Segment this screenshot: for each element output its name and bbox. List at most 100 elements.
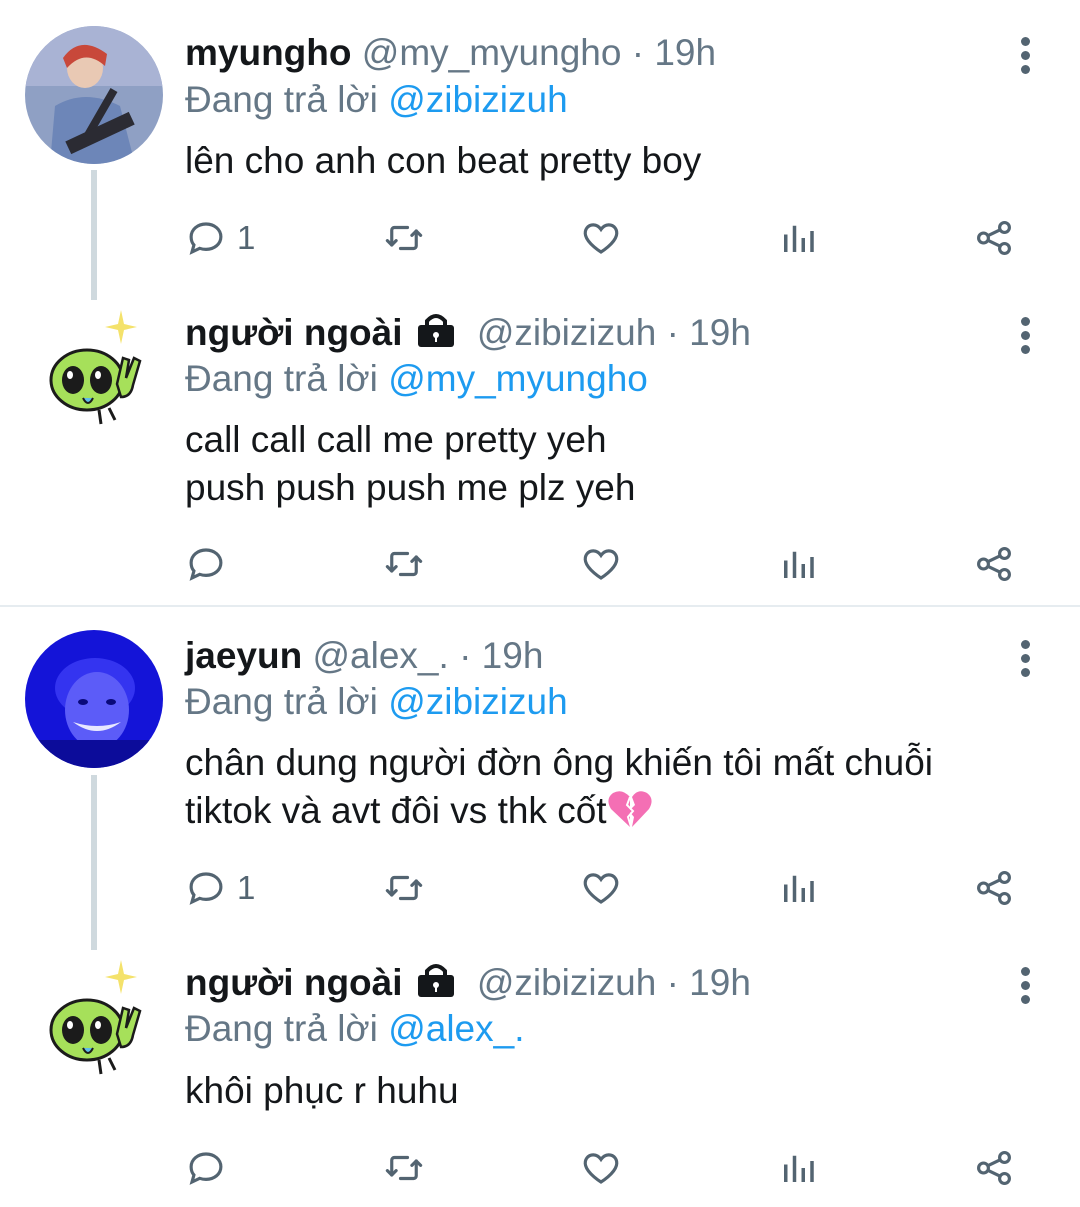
username[interactable]: @zibizizuh — [477, 312, 656, 353]
replying-to: Đang trả lời @alex_. — [185, 1008, 524, 1050]
tweet-1[interactable]: myungho @my_myungho · 19h Đang trả lời @… — [0, 0, 1080, 300]
tweet-text: lên cho anh con beat pretty boy — [185, 137, 1045, 185]
avatar[interactable] — [25, 952, 163, 1090]
retweet-button[interactable] — [383, 539, 425, 589]
share-icon — [977, 871, 1011, 905]
replying-label: Đang trả lời — [185, 358, 378, 399]
reply-count: 1 — [237, 219, 256, 256]
tweet-text-fragment: tiktok và avt đôi vs thk cốt — [185, 790, 607, 831]
username[interactable]: @zibizizuh — [477, 962, 656, 1003]
tweet-text: khôi phục r huhu — [185, 1067, 1045, 1115]
share-icon — [977, 221, 1011, 255]
tweet-text-line: chân dung người đờn ông khiến tôi mất ch… — [185, 742, 934, 783]
tweet-header: jaeyun @alex_. · 19h — [185, 635, 543, 677]
reply-button[interactable] — [185, 1143, 237, 1193]
more-options-icon[interactable] — [1010, 34, 1040, 74]
replying-to: Đang trả lời @zibizizuh — [185, 681, 568, 723]
share-button[interactable] — [973, 863, 1015, 913]
retweet-icon — [385, 875, 423, 901]
broken-heart-icon — [607, 789, 653, 841]
timestamp[interactable]: · 19h — [632, 32, 716, 73]
avatar[interactable] — [25, 302, 163, 440]
action-bar — [185, 539, 1045, 589]
more-options-icon[interactable] — [1010, 964, 1040, 1004]
sparkle-icon — [105, 960, 137, 994]
analytics-button[interactable] — [777, 213, 819, 263]
like-button[interactable] — [580, 213, 622, 263]
thread-line — [91, 170, 97, 300]
retweet-button[interactable] — [383, 213, 425, 263]
analytics-icon — [784, 225, 814, 252]
avatar[interactable] — [25, 630, 163, 768]
lock-icon — [415, 963, 457, 1006]
replying-label: Đang trả lời — [185, 79, 378, 120]
reply-button[interactable]: 1 — [185, 863, 255, 913]
retweet-button[interactable] — [383, 1143, 425, 1193]
timestamp[interactable]: · 19h — [667, 312, 751, 353]
reply-icon — [189, 548, 223, 581]
tweet-header: người ngoài @zibizizuh · 19h — [185, 962, 751, 1006]
lock-icon — [415, 313, 457, 356]
action-bar: 1 — [185, 863, 1045, 913]
thread-line — [91, 775, 97, 950]
tweet-3[interactable]: jaeyun @alex_. · 19h Đang trả lời @zibiz… — [0, 607, 1080, 950]
username[interactable]: @my_myungho — [362, 32, 622, 73]
share-icon — [977, 547, 1011, 581]
reply-mention-link[interactable]: @zibizizuh — [388, 681, 567, 722]
retweet-icon — [385, 225, 423, 251]
share-button[interactable] — [973, 213, 1015, 263]
tweet-header: myungho @my_myungho · 19h — [185, 32, 716, 74]
tweet-4[interactable]: người ngoài @zibizizuh · 19h Đang trả lờ… — [0, 950, 1080, 1207]
tweet-text-line: push push push me plz yeh — [185, 467, 636, 508]
share-button[interactable] — [973, 1143, 1015, 1193]
analytics-icon — [784, 1155, 814, 1182]
share-button[interactable] — [973, 539, 1015, 589]
username[interactable]: @alex_. — [313, 635, 449, 676]
timestamp[interactable]: · 19h — [667, 962, 751, 1003]
heart-icon — [583, 223, 619, 254]
retweet-button[interactable] — [383, 863, 425, 913]
like-button[interactable] — [580, 863, 622, 913]
replying-to: Đang trả lời @my_myungho — [185, 358, 648, 400]
tweet-header: người ngoài @zibizizuh · 19h — [185, 312, 751, 356]
action-bar — [185, 1143, 1045, 1193]
replying-label: Đang trả lời — [185, 1008, 378, 1049]
reply-icon — [189, 872, 223, 905]
display-name[interactable]: myungho — [185, 32, 351, 73]
reply-icon — [189, 1152, 223, 1185]
replying-to: Đang trả lời @zibizizuh — [185, 79, 568, 121]
replying-label: Đang trả lời — [185, 681, 378, 722]
display-name[interactable]: người ngoài — [185, 312, 403, 353]
reply-mention-link[interactable]: @alex_. — [388, 1008, 524, 1049]
more-options-icon[interactable] — [1010, 637, 1040, 677]
tweet-text-line: call call call me pretty yeh — [185, 419, 607, 460]
heart-icon — [583, 1153, 619, 1184]
reply-button[interactable] — [185, 539, 237, 589]
analytics-icon — [784, 551, 814, 578]
analytics-button[interactable] — [777, 1143, 819, 1193]
display-name[interactable]: jaeyun — [185, 635, 302, 676]
more-options-icon[interactable] — [1010, 314, 1040, 354]
timestamp[interactable]: · 19h — [459, 635, 543, 676]
heart-icon — [583, 549, 619, 580]
reply-icon — [189, 222, 223, 255]
tweet-text-line: tiktok và avt đôi vs thk cốt — [185, 787, 1045, 841]
tweet-text-line: khôi phục r huhu — [185, 1070, 459, 1111]
reply-mention-link[interactable]: @my_myungho — [388, 358, 648, 399]
avatar[interactable] — [25, 26, 163, 164]
retweet-icon — [385, 1155, 423, 1181]
reply-count: 1 — [237, 869, 256, 906]
heart-icon — [583, 873, 619, 904]
tweet-text-line: lên cho anh con beat pretty boy — [185, 140, 702, 181]
reply-button[interactable]: 1 — [185, 213, 255, 263]
retweet-icon — [385, 551, 423, 577]
reply-mention-link[interactable]: @zibizizuh — [388, 79, 567, 120]
analytics-button[interactable] — [777, 863, 819, 913]
analytics-button[interactable] — [777, 539, 819, 589]
sparkle-icon — [105, 310, 137, 344]
like-button[interactable] — [580, 1143, 622, 1193]
tweet-2[interactable]: người ngoài @zibizizuh · 19h Đang trả lờ… — [0, 300, 1080, 605]
tweet-text: chân dung người đờn ông khiến tôi mất ch… — [185, 739, 1045, 841]
like-button[interactable] — [580, 539, 622, 589]
display-name[interactable]: người ngoài — [185, 962, 403, 1003]
